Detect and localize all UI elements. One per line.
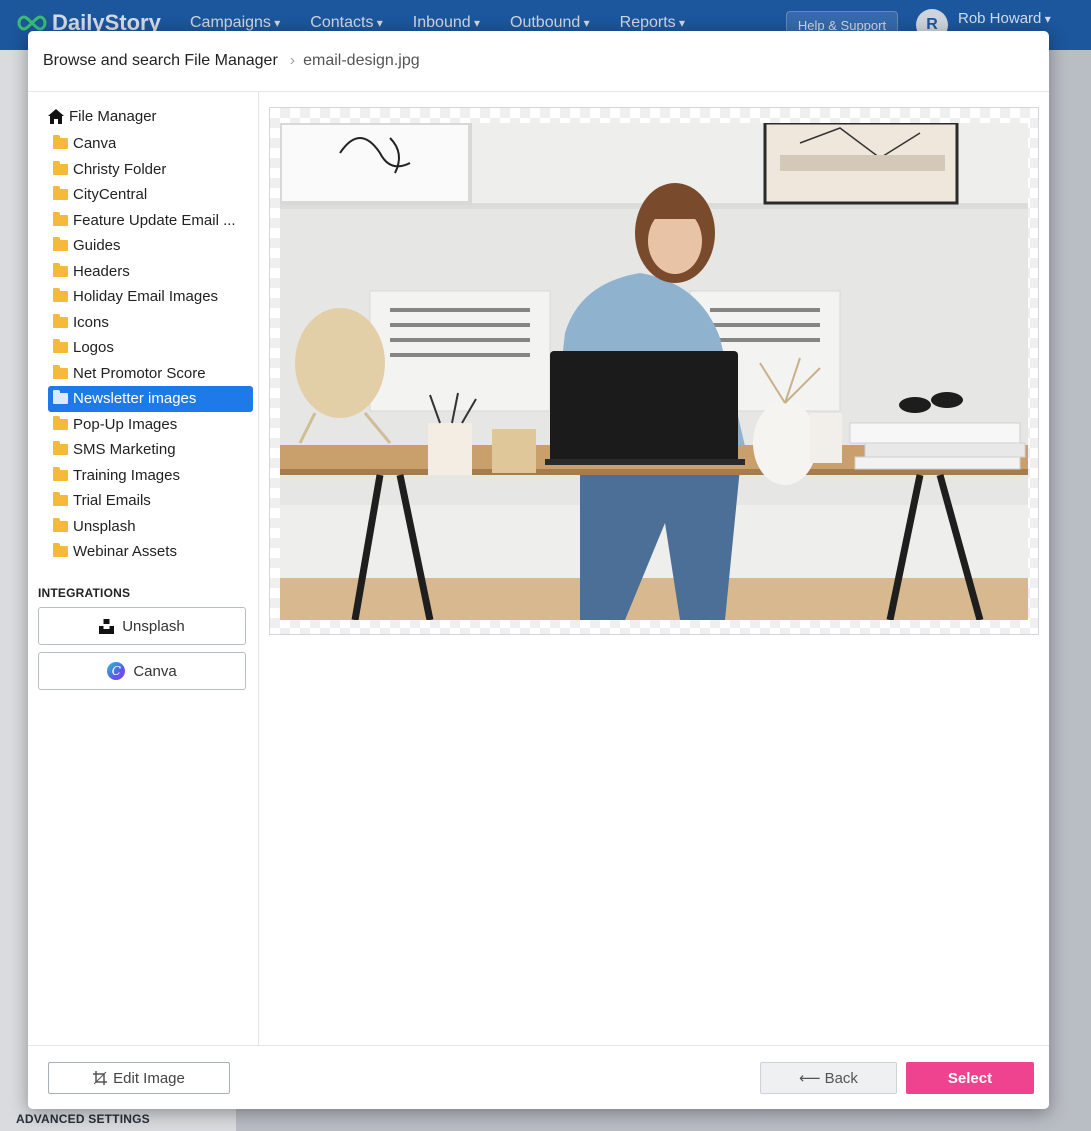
- folder-icon: [53, 517, 68, 532]
- folder-icon: [53, 211, 68, 226]
- folder-list: Canva Christy Folder CityCentral Feature Up…: [48, 131, 258, 565]
- breadcrumb-root[interactable]: Browse and search File Manager: [43, 52, 278, 70]
- folder-label: Holiday Email Images: [73, 288, 219, 306]
- folder-icon: [53, 135, 68, 150]
- breadcrumb-current-file: email-design.jpg: [303, 52, 420, 69]
- tree-root-label: File Manager: [69, 108, 157, 125]
- unsplash-icon: [99, 618, 115, 634]
- folder-icon: [53, 186, 68, 201]
- canva-label: Canva: [133, 662, 177, 680]
- canva-integration-button[interactable]: C Canva: [38, 652, 246, 690]
- folder-item[interactable]: Net Promotor Score: [48, 361, 253, 387]
- folder-icon: [53, 364, 68, 379]
- edit-image-label: Edit Image: [113, 1069, 185, 1087]
- modal-header: Browse and search File Manager › email-d…: [28, 31, 1049, 92]
- integrations-heading: INTEGRATIONS: [38, 586, 131, 600]
- back-label: Back: [824, 1069, 858, 1087]
- folder-icon: [53, 466, 68, 481]
- folder-item[interactable]: Pop-Up Images: [48, 412, 253, 438]
- folder-item[interactable]: Feature Update Email ...: [48, 208, 253, 234]
- arrow-left-icon: ⟵: [799, 1070, 821, 1087]
- modal-footer: Edit Image ⟵ Back Select: [28, 1045, 1049, 1109]
- folder-icon: [53, 237, 68, 252]
- folder-label: Training Images: [73, 466, 180, 484]
- folder-icon: [53, 262, 68, 277]
- select-button[interactable]: Select: [906, 1062, 1034, 1094]
- folder-item[interactable]: Guides: [48, 233, 253, 259]
- folder-label: CityCentral: [73, 186, 148, 204]
- folder-icon: [53, 339, 68, 354]
- folder-label: Christy Folder: [73, 160, 167, 178]
- folder-label: Guides: [73, 237, 121, 255]
- folder-tree-panel: File Manager Canva Christy Folder CityCent…: [28, 92, 259, 1045]
- folder-icon: [53, 415, 68, 430]
- folder-icon: [53, 492, 68, 507]
- folder-icon: [53, 313, 68, 328]
- folder-icon: [53, 160, 68, 175]
- folder-label: Webinar Assets: [73, 543, 177, 561]
- folder-item[interactable]: Newsletter images: [48, 386, 253, 412]
- canva-icon: C: [107, 662, 126, 680]
- folder-icon: [53, 288, 68, 303]
- folder-label: Logos: [73, 339, 114, 357]
- edit-image-button[interactable]: Edit Image: [48, 1062, 230, 1094]
- folder-item[interactable]: Webinar Assets: [48, 539, 253, 565]
- folder-label: Pop-Up Images: [73, 415, 178, 433]
- unsplash-label: Unsplash: [122, 617, 185, 635]
- folder-icon: [53, 543, 68, 558]
- unsplash-integration-button[interactable]: Unsplash: [38, 607, 246, 645]
- folder-item[interactable]: Canva: [48, 131, 253, 157]
- home-icon: [48, 109, 64, 124]
- folder-item[interactable]: SMS Marketing: [48, 437, 253, 463]
- chevron-right-icon: ›: [289, 52, 296, 69]
- folder-item[interactable]: Headers: [48, 259, 253, 285]
- folder-label: Unsplash: [73, 517, 136, 535]
- preview-photo[interactable]: [280, 123, 1028, 620]
- folder-item[interactable]: Training Images: [48, 463, 253, 489]
- folder-item[interactable]: Christy Folder: [48, 157, 253, 183]
- folder-label: Canva: [73, 135, 117, 153]
- folder-item[interactable]: Icons: [48, 310, 253, 336]
- folder-item[interactable]: CityCentral: [48, 182, 253, 208]
- crop-icon: [93, 1071, 108, 1085]
- folder-icon: [53, 390, 68, 405]
- folder-label: Icons: [73, 313, 109, 331]
- tree-root-file-manager[interactable]: File Manager: [48, 108, 157, 125]
- folder-label: Newsletter images: [73, 390, 197, 408]
- folder-item[interactable]: Trial Emails: [48, 488, 253, 514]
- image-preview-frame: [269, 107, 1039, 635]
- folder-item[interactable]: Unsplash: [48, 514, 253, 540]
- folder-icon: [53, 441, 68, 456]
- folder-label: SMS Marketing: [73, 441, 176, 459]
- preview-area: [259, 92, 1049, 1045]
- folder-label: Net Promotor Score: [73, 364, 206, 382]
- file-manager-modal: Browse and search File Manager › email-d…: [28, 31, 1049, 1109]
- folder-label: Feature Update Email ...: [73, 211, 236, 229]
- folder-item[interactable]: Holiday Email Images: [48, 284, 253, 310]
- back-button[interactable]: ⟵ Back: [760, 1062, 897, 1094]
- breadcrumb: Browse and search File Manager › email-d…: [43, 52, 420, 70]
- folder-item[interactable]: Logos: [48, 335, 253, 361]
- folder-label: Headers: [73, 262, 130, 280]
- folder-label: Trial Emails: [73, 492, 151, 510]
